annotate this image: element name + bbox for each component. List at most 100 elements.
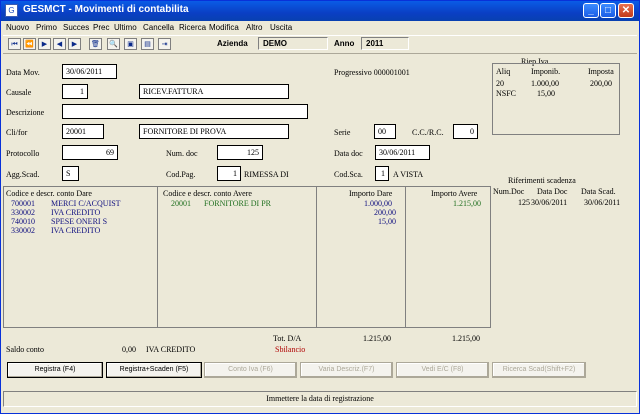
- ricerca-scad-button[interactable]: Ricerca Scad(Shift+F2): [492, 362, 586, 378]
- riep-iva-panel: Aliq Imponib. Imposta 20 1.000,00 200,00…: [492, 63, 620, 135]
- causale-code-field[interactable]: 1: [62, 84, 88, 99]
- riep-iva-header-aliq: Aliq: [496, 67, 511, 76]
- menu-cancella[interactable]: Cancella: [143, 23, 174, 32]
- imp-dare-value[interactable]: 200,00: [374, 208, 396, 217]
- status-bar: Immettere la data di registrazione: [3, 391, 637, 407]
- datadoc-field[interactable]: 30/06/2011: [375, 145, 430, 160]
- codsca-desc: A VISTA: [393, 170, 424, 179]
- toolbar: ⏮ ⏪ ▶ ◀ ▶ 🗑 🔍 ▣ ▤ ⇥ Azienda DEMO Anno 20…: [3, 35, 637, 54]
- main-window: G GESMCT - Movimenti di contabilita _ □ …: [0, 0, 640, 414]
- codsca-field[interactable]: 1: [375, 166, 389, 181]
- delete-icon[interactable]: 🗑: [89, 38, 102, 50]
- riep-iva-cell: NSFC: [496, 89, 517, 98]
- menu-ultimo[interactable]: Ultimo: [114, 23, 137, 32]
- saldo-desc: IVA CREDITO: [146, 345, 196, 354]
- dare-code[interactable]: 330002: [11, 208, 35, 217]
- dare-desc[interactable]: IVA CREDITO: [51, 226, 100, 235]
- menu-uscita[interactable]: Uscita: [270, 23, 292, 32]
- totals-dare: 1.215,00: [363, 334, 391, 343]
- imp-dare-value[interactable]: 1.000,00: [364, 199, 392, 208]
- codpag-field[interactable]: 1: [217, 166, 241, 181]
- menu-modifica[interactable]: Modifica: [209, 23, 239, 32]
- dare-desc[interactable]: MERCI C/ACQUIST: [51, 199, 121, 208]
- scadenze-cell[interactable]: 125: [518, 198, 530, 207]
- data-mov-label: Data Mov.: [6, 68, 40, 77]
- azienda-label: Azienda: [217, 39, 248, 48]
- vedi-ec-button[interactable]: Vedi E/C (F8): [396, 362, 489, 378]
- causale-desc-field: RICEV.FATTURA: [139, 84, 289, 99]
- avere-desc[interactable]: FORNITORE DI PR: [204, 199, 271, 208]
- data-mov-field[interactable]: 30/06/2011: [62, 64, 117, 79]
- dare-desc[interactable]: IVA CREDITO: [51, 208, 100, 217]
- aggscad-field[interactable]: S: [62, 166, 79, 181]
- minimize-button[interactable]: _: [583, 3, 599, 18]
- scadenze-header-numdoc: Num.Doc: [493, 187, 525, 196]
- descrizione-field[interactable]: [62, 104, 308, 119]
- ccrc-field[interactable]: 0: [453, 124, 478, 139]
- dare-code[interactable]: 330002: [11, 226, 35, 235]
- menu-bar: Nuovo Primo Succes Prec Ultimo Cancella …: [1, 21, 639, 35]
- menu-altro[interactable]: Altro: [246, 23, 262, 32]
- exit-icon[interactable]: ⇥: [158, 38, 171, 50]
- registra-scaden-button[interactable]: Registra+Scaden (F5): [106, 362, 202, 378]
- grid-header-dare: Codice e descr. conto Dare: [6, 189, 92, 198]
- riep-iva-header-imposta: Imposta: [588, 67, 614, 76]
- codpag-label: Cod.Pag.: [166, 170, 196, 179]
- grid-header-imp-dare: Importo Dare: [349, 189, 393, 198]
- imp-dare-value[interactable]: 15,00: [378, 217, 396, 226]
- first-icon[interactable]: ⏮: [8, 38, 21, 50]
- menu-primo[interactable]: Primo: [36, 23, 57, 32]
- serie-field[interactable]: 00: [374, 124, 396, 139]
- sbilancio-label: Sbilancio: [275, 345, 306, 354]
- numdoc-field[interactable]: 125: [217, 145, 263, 160]
- close-button[interactable]: ✕: [618, 3, 634, 18]
- prev-page-icon[interactable]: ⏪: [23, 38, 36, 50]
- dare-code[interactable]: 700001: [11, 199, 35, 208]
- aggscad-label: Agg.Scad.: [6, 170, 40, 179]
- next-icon[interactable]: ▶: [68, 38, 81, 50]
- ccrc-label: C.C./R.C.: [412, 128, 444, 137]
- scadenze-cell[interactable]: 30/06/2011: [584, 198, 620, 207]
- anno-label: Anno: [334, 39, 355, 48]
- prev-icon[interactable]: ◀: [53, 38, 66, 50]
- menu-succes[interactable]: Succes: [63, 23, 89, 32]
- save-icon[interactable]: ▤: [141, 38, 154, 50]
- anno-value: 2011: [361, 37, 409, 50]
- scadenze-header-datadoc: Data Doc: [537, 187, 568, 196]
- totals-label: Tot. D/A: [273, 334, 302, 343]
- clifor-label: Cli/for: [6, 128, 28, 137]
- scadenze-cell[interactable]: 30/06/2011: [531, 198, 567, 207]
- conto-iva-button[interactable]: Conto Iva (F6): [204, 362, 297, 378]
- codpag-desc: RIMESSA DI: [244, 170, 289, 179]
- riep-iva-cell: 1.000,00: [531, 79, 559, 88]
- totals-avere: 1.215,00: [452, 334, 480, 343]
- window-title: GESMCT - Movimenti di contabilita: [23, 4, 189, 15]
- menu-ricerca[interactable]: Ricerca: [179, 23, 206, 32]
- numdoc-label: Num. doc: [166, 149, 198, 158]
- riep-iva-header-imponib: Imponib.: [531, 67, 561, 76]
- imp-avere-value[interactable]: 1.215,00: [453, 199, 481, 208]
- scadenze-title: Riferimenti scadenza: [508, 176, 576, 185]
- search-icon[interactable]: 🔍: [107, 38, 120, 50]
- causale-label: Causale: [6, 88, 32, 97]
- riep-iva-cell: 15,00: [537, 89, 555, 98]
- app-icon: G: [5, 4, 18, 17]
- clifor-desc-field: FORNITORE DI PROVA: [139, 124, 289, 139]
- progressivo-label: Progressivo 000001001: [334, 68, 410, 77]
- dare-desc[interactable]: SPESE ONERI S: [51, 217, 107, 226]
- protocollo-field[interactable]: 69: [62, 145, 118, 160]
- dare-code[interactable]: 740010: [11, 217, 35, 226]
- next-page-icon[interactable]: ▶: [38, 38, 51, 50]
- clifor-code-field[interactable]: 20001: [62, 124, 104, 139]
- registra-button[interactable]: Registra (F4): [7, 362, 103, 378]
- serie-label: Serie: [334, 128, 351, 137]
- maximize-button[interactable]: □: [600, 3, 616, 18]
- title-bar[interactable]: G GESMCT - Movimenti di contabilita _ □ …: [1, 1, 639, 21]
- copy-icon[interactable]: ▣: [124, 38, 137, 50]
- codsca-label: Cod.Sca.: [334, 170, 363, 179]
- varia-descriz-button[interactable]: Varia Descriz.(F7): [300, 362, 393, 378]
- menu-prec[interactable]: Prec: [93, 23, 109, 32]
- menu-nuovo[interactable]: Nuovo: [6, 23, 29, 32]
- avere-code[interactable]: 20001: [171, 199, 191, 208]
- scadenze-header-datascad: Data Scad.: [581, 187, 616, 196]
